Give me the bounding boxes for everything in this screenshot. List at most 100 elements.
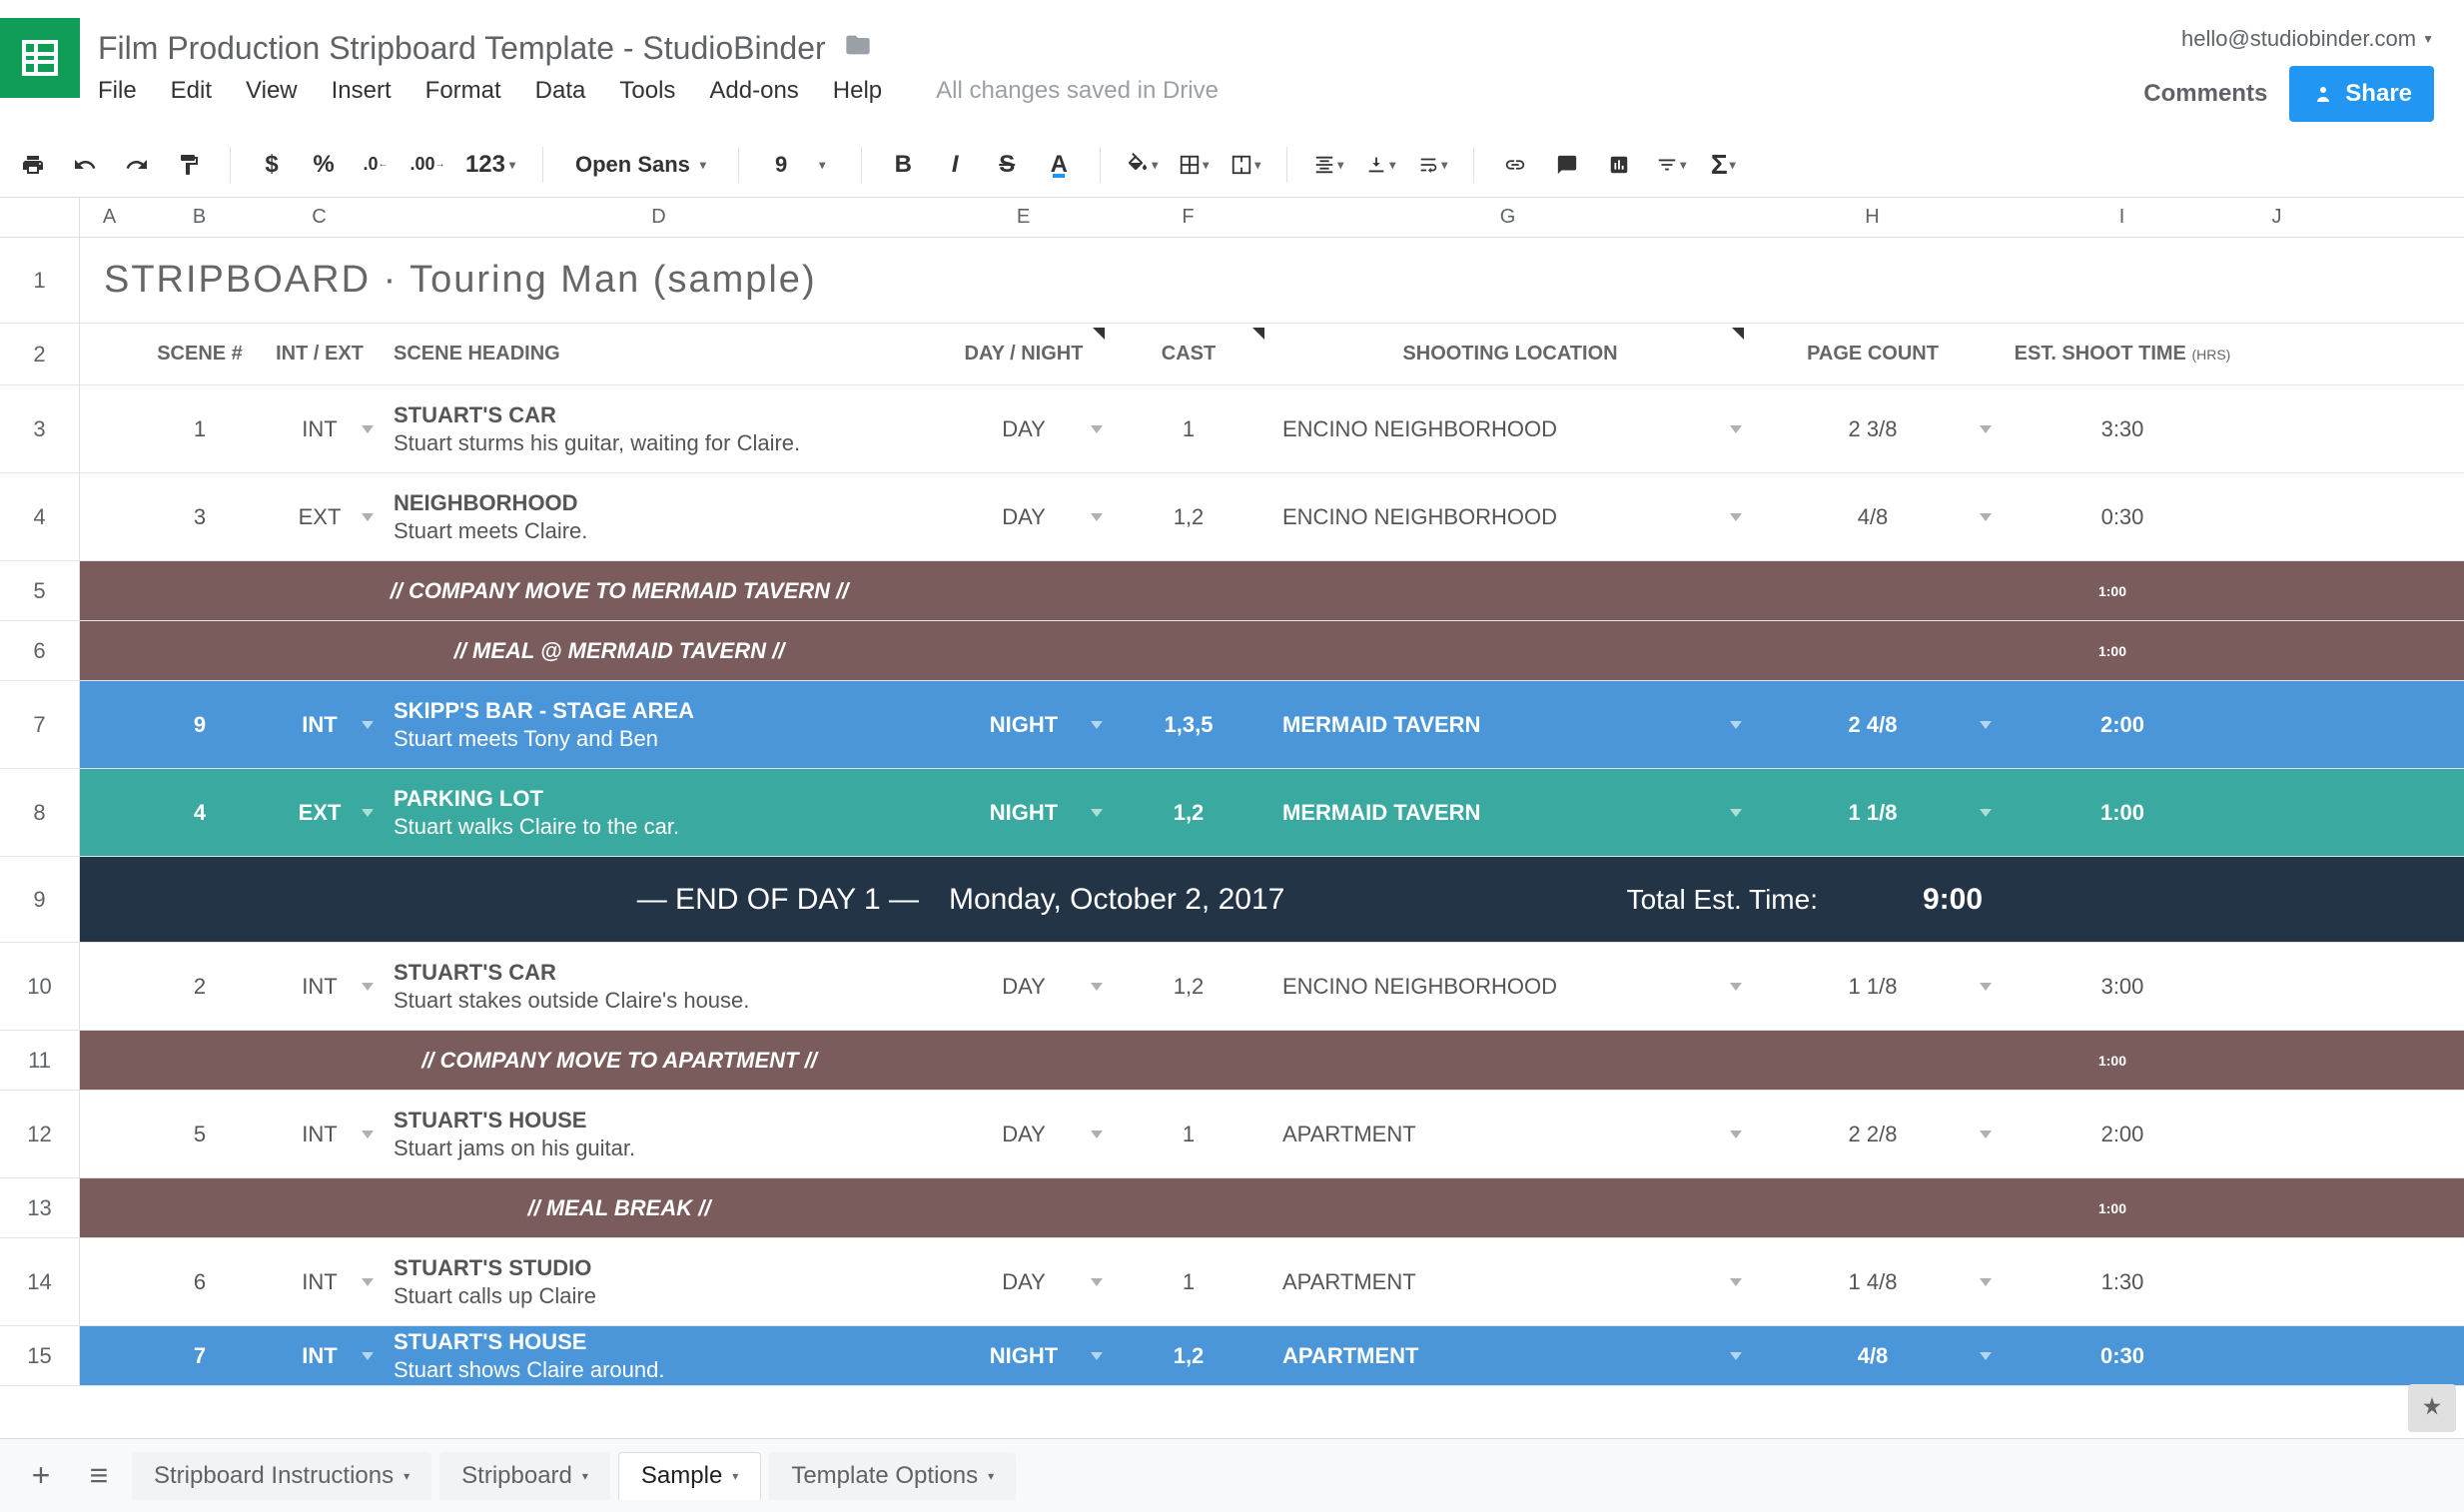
italic-icon[interactable]: I	[936, 146, 974, 184]
cell-location[interactable]: ENCINO NEIGHBORHOOD	[1268, 385, 1748, 472]
sheet-tab-sample[interactable]: Sample▾	[618, 1452, 761, 1500]
row-header-13[interactable]: 13	[0, 1178, 80, 1237]
cell-daynight[interactable]: DAY	[939, 943, 1109, 1030]
dropdown-icon[interactable]	[362, 513, 374, 521]
dropdown-icon[interactable]	[362, 983, 374, 991]
dropdown-icon[interactable]	[1730, 1352, 1742, 1360]
user-email[interactable]: hello@studiobinder.com ▼	[2181, 26, 2434, 52]
sheets-logo[interactable]	[0, 18, 80, 98]
header-heading[interactable]: SCENE HEADING	[380, 324, 939, 384]
row-header-6[interactable]: 6	[0, 621, 80, 680]
row-header-12[interactable]: 12	[0, 1091, 80, 1177]
cell-scene[interactable]: 2	[140, 943, 260, 1030]
cell-pagecount[interactable]: 2 4/8	[1748, 681, 1998, 768]
cell-intext[interactable]: EXT	[260, 473, 380, 560]
currency-icon[interactable]: $	[253, 146, 291, 184]
print-icon[interactable]	[14, 146, 52, 184]
row-header-11[interactable]: 11	[0, 1031, 80, 1090]
cell-location[interactable]: APARTMENT	[1268, 1238, 1748, 1325]
cell-time[interactable]: 1:00	[1998, 769, 2247, 856]
cell-intext[interactable]: INT	[260, 681, 380, 768]
cell-intext[interactable]: EXT	[260, 769, 380, 856]
cell-heading[interactable]: STUART'S CARStuart sturms his guitar, wa…	[380, 385, 939, 472]
menu-help[interactable]: Help	[833, 77, 882, 105]
cell-daynight[interactable]: DAY	[939, 385, 1109, 472]
header-shoottime[interactable]: EST. SHOOT TIME (HRS)	[1998, 324, 2247, 384]
stripboard-title[interactable]: STRIPBOARD · Touring Man (sample)	[90, 259, 817, 302]
cell-heading[interactable]: STUART'S CARStuart stakes outside Claire…	[380, 943, 939, 1030]
cell-intext[interactable]: INT	[260, 943, 380, 1030]
banner-text[interactable]: // COMPANY MOVE TO APARTMENT //	[140, 1031, 1099, 1090]
cell-location[interactable]: ENCINO NEIGHBORHOOD	[1268, 943, 1748, 1030]
row-header-1[interactable]: 1	[0, 238, 80, 323]
borders-icon[interactable]: ▾	[1175, 146, 1213, 184]
dropdown-icon[interactable]	[362, 425, 374, 433]
dropdown-icon[interactable]	[1091, 983, 1103, 991]
row-header-5[interactable]: 5	[0, 561, 80, 620]
dropdown-icon[interactable]	[1091, 721, 1103, 729]
cell-time[interactable]: 3:30	[1998, 385, 2247, 472]
dropdown-icon[interactable]	[1730, 721, 1742, 729]
cell-pagecount[interactable]: 4/8	[1748, 1326, 1998, 1385]
row-header-2[interactable]: 2	[0, 324, 80, 384]
cell-cast[interactable]: 1,2	[1109, 769, 1268, 856]
header-scene[interactable]: SCENE #	[140, 324, 260, 384]
sheet-tab-stripboard-instructions[interactable]: Stripboard Instructions▾	[132, 1452, 431, 1500]
cell-scene[interactable]: 4	[140, 769, 260, 856]
vertical-align-icon[interactable]: ▾	[1361, 146, 1399, 184]
cell-pagecount[interactable]: 2 2/8	[1748, 1091, 1998, 1177]
banner-text[interactable]: // MEAL @ MERMAID TAVERN //	[140, 621, 1099, 680]
sheet-tab-template-options[interactable]: Template Options▾	[769, 1452, 1016, 1500]
row-header-14[interactable]: 14	[0, 1238, 80, 1325]
insert-chart-icon[interactable]	[1600, 146, 1638, 184]
cell-cast[interactable]: 1,2	[1109, 473, 1268, 560]
functions-icon[interactable]: Σ▾	[1704, 146, 1742, 184]
cell-heading[interactable]: STUART'S HOUSEStuart shows Claire around…	[380, 1326, 939, 1385]
filter-icon[interactable]	[1252, 328, 1264, 340]
horizontal-align-icon[interactable]: ▾	[1309, 146, 1347, 184]
dropdown-icon[interactable]	[362, 721, 374, 729]
cell-pagecount[interactable]: 1 4/8	[1748, 1238, 1998, 1325]
cell-time[interactable]: 1:00	[1988, 1178, 2237, 1237]
col-header-j[interactable]: J	[2247, 198, 2307, 237]
banner-text[interactable]: // COMPANY MOVE TO MERMAID TAVERN //	[140, 561, 1099, 620]
cell-intext[interactable]: INT	[260, 1326, 380, 1385]
cell-time[interactable]: 1:00	[1988, 561, 2237, 620]
dropdown-icon[interactable]	[362, 809, 374, 817]
dropdown-icon[interactable]	[1091, 513, 1103, 521]
cell-time[interactable]: 1:00	[1988, 621, 2237, 680]
cell-scene[interactable]: 7	[140, 1326, 260, 1385]
col-header-i[interactable]: I	[1998, 198, 2247, 237]
menu-format[interactable]: Format	[425, 77, 501, 105]
dropdown-icon[interactable]	[1091, 425, 1103, 433]
cell-daynight[interactable]: NIGHT	[939, 1326, 1109, 1385]
col-header-d[interactable]: D	[380, 198, 939, 237]
undo-icon[interactable]	[66, 146, 104, 184]
comments-button[interactable]: Comments	[2143, 80, 2267, 108]
font-size-selector[interactable]: 9▾	[761, 152, 839, 178]
cell-pagecount[interactable]: 4/8	[1748, 473, 1998, 560]
cell-time[interactable]: 2:00	[1998, 681, 2247, 768]
dropdown-icon[interactable]	[362, 1352, 374, 1360]
eod-label[interactable]: — END OF DAY 1 —	[140, 857, 939, 942]
share-button[interactable]: Share	[2289, 66, 2434, 122]
menu-data[interactable]: Data	[535, 77, 586, 105]
cell-daynight[interactable]: DAY	[939, 473, 1109, 560]
dropdown-icon[interactable]	[1730, 1131, 1742, 1138]
dropdown-icon[interactable]	[1980, 1278, 1992, 1286]
cell-scene[interactable]: 5	[140, 1091, 260, 1177]
cell-cast[interactable]: 1,3,5	[1109, 681, 1268, 768]
dropdown-icon[interactable]	[1091, 1352, 1103, 1360]
cell-location[interactable]: MERMAID TAVERN	[1268, 681, 1748, 768]
filter-icon[interactable]	[1732, 328, 1744, 340]
filter-icon[interactable]: ▾	[1652, 146, 1690, 184]
menu-insert[interactable]: Insert	[332, 77, 392, 105]
row-header-9[interactable]: 9	[0, 857, 80, 942]
cell-time[interactable]: 1:30	[1998, 1238, 2247, 1325]
cell-cast[interactable]: 1	[1109, 385, 1268, 472]
font-selector[interactable]: Open Sans▾	[565, 152, 716, 178]
cell-scene[interactable]: 3	[140, 473, 260, 560]
dropdown-icon[interactable]	[1730, 513, 1742, 521]
row-header-7[interactable]: 7	[0, 681, 80, 768]
banner-text[interactable]: // MEAL BREAK //	[140, 1178, 1099, 1237]
